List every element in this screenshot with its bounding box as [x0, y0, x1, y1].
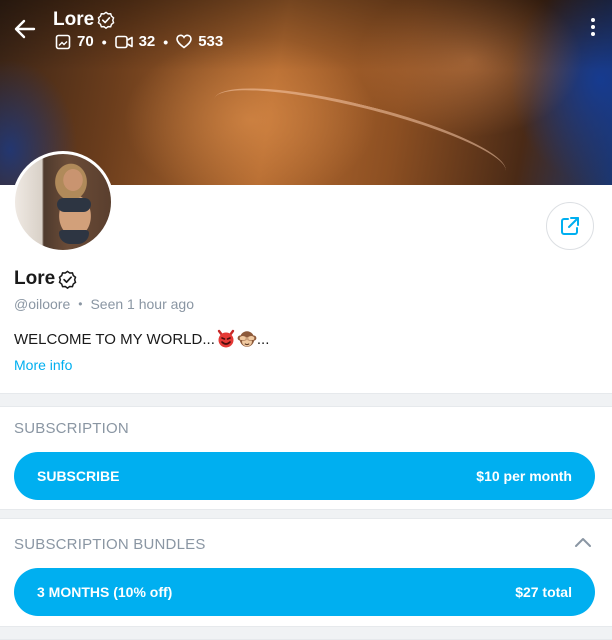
- section-divider: [0, 393, 612, 407]
- collapse-bundles-button[interactable]: [574, 535, 592, 549]
- subscribe-button[interactable]: SUBSCRIBE $10 per month: [14, 452, 595, 500]
- bio-text: WELCOME TO MY WORLD...: [14, 330, 215, 348]
- bio-ellipsis: ...: [256, 330, 270, 348]
- last-seen-label: Seen: [90, 296, 124, 312]
- stat-separator: •: [163, 33, 169, 50]
- profile-meta: @oiloore • Seen 1 hour ago: [14, 296, 194, 312]
- arrow-left-icon: [14, 19, 36, 39]
- share-icon: [561, 217, 579, 235]
- section-divider: [0, 626, 612, 640]
- header-name: Lore: [53, 9, 95, 30]
- stat-separator: •: [101, 33, 107, 50]
- avatar[interactable]: [12, 151, 114, 253]
- likes-stat[interactable]: 533: [176, 33, 223, 50]
- profile-name-text: Lore: [14, 268, 56, 289]
- section-divider: [0, 509, 612, 519]
- photos-count: 70: [77, 33, 94, 50]
- bundle-label: 3 MONTHS (10% off): [37, 584, 173, 600]
- subscribe-button-label: SUBSCRIBE: [37, 468, 120, 484]
- bundle-button[interactable]: 3 MONTHS (10% off) $27 total: [14, 568, 595, 616]
- header-title: Lore: [53, 9, 115, 31]
- header-stats: 70 • 32 • 533: [55, 33, 223, 50]
- profile-name: Lore: [14, 268, 77, 290]
- image-icon: [55, 34, 71, 49]
- see-no-evil-monkey-emoji-icon: [237, 331, 257, 347]
- bundle-price: $27 total: [515, 584, 572, 600]
- more-options-button[interactable]: [588, 18, 598, 40]
- videos-count: 32: [138, 33, 156, 50]
- chevron-up-icon: [575, 538, 591, 547]
- more-vertical-icon: [588, 18, 598, 36]
- photos-stat[interactable]: 70: [55, 33, 94, 50]
- subscription-heading: SUBSCRIPTION: [14, 420, 129, 437]
- heart-icon: [176, 34, 192, 49]
- more-info-link[interactable]: More info: [14, 357, 72, 373]
- video-icon: [114, 35, 133, 48]
- share-button[interactable]: [546, 202, 594, 250]
- bundles-heading: SUBSCRIPTION BUNDLES: [14, 536, 206, 553]
- profile-handle: @oiloore: [14, 296, 71, 312]
- videos-stat[interactable]: 32: [114, 33, 156, 50]
- verified-badge-icon: [58, 269, 77, 289]
- smiling-devil-emoji-icon: [217, 329, 235, 348]
- meta-separator: •: [78, 297, 83, 311]
- top-bar: Lore 70 • 32 • 533: [0, 0, 612, 60]
- verified-badge-icon: [97, 11, 115, 29]
- profile-bio: WELCOME TO MY WORLD... ...: [14, 329, 269, 349]
- back-button[interactable]: [12, 16, 38, 42]
- likes-count: 533: [198, 33, 224, 50]
- last-seen-time: 1 hour ago: [127, 296, 194, 312]
- subscribe-button-price: $10 per month: [476, 468, 572, 484]
